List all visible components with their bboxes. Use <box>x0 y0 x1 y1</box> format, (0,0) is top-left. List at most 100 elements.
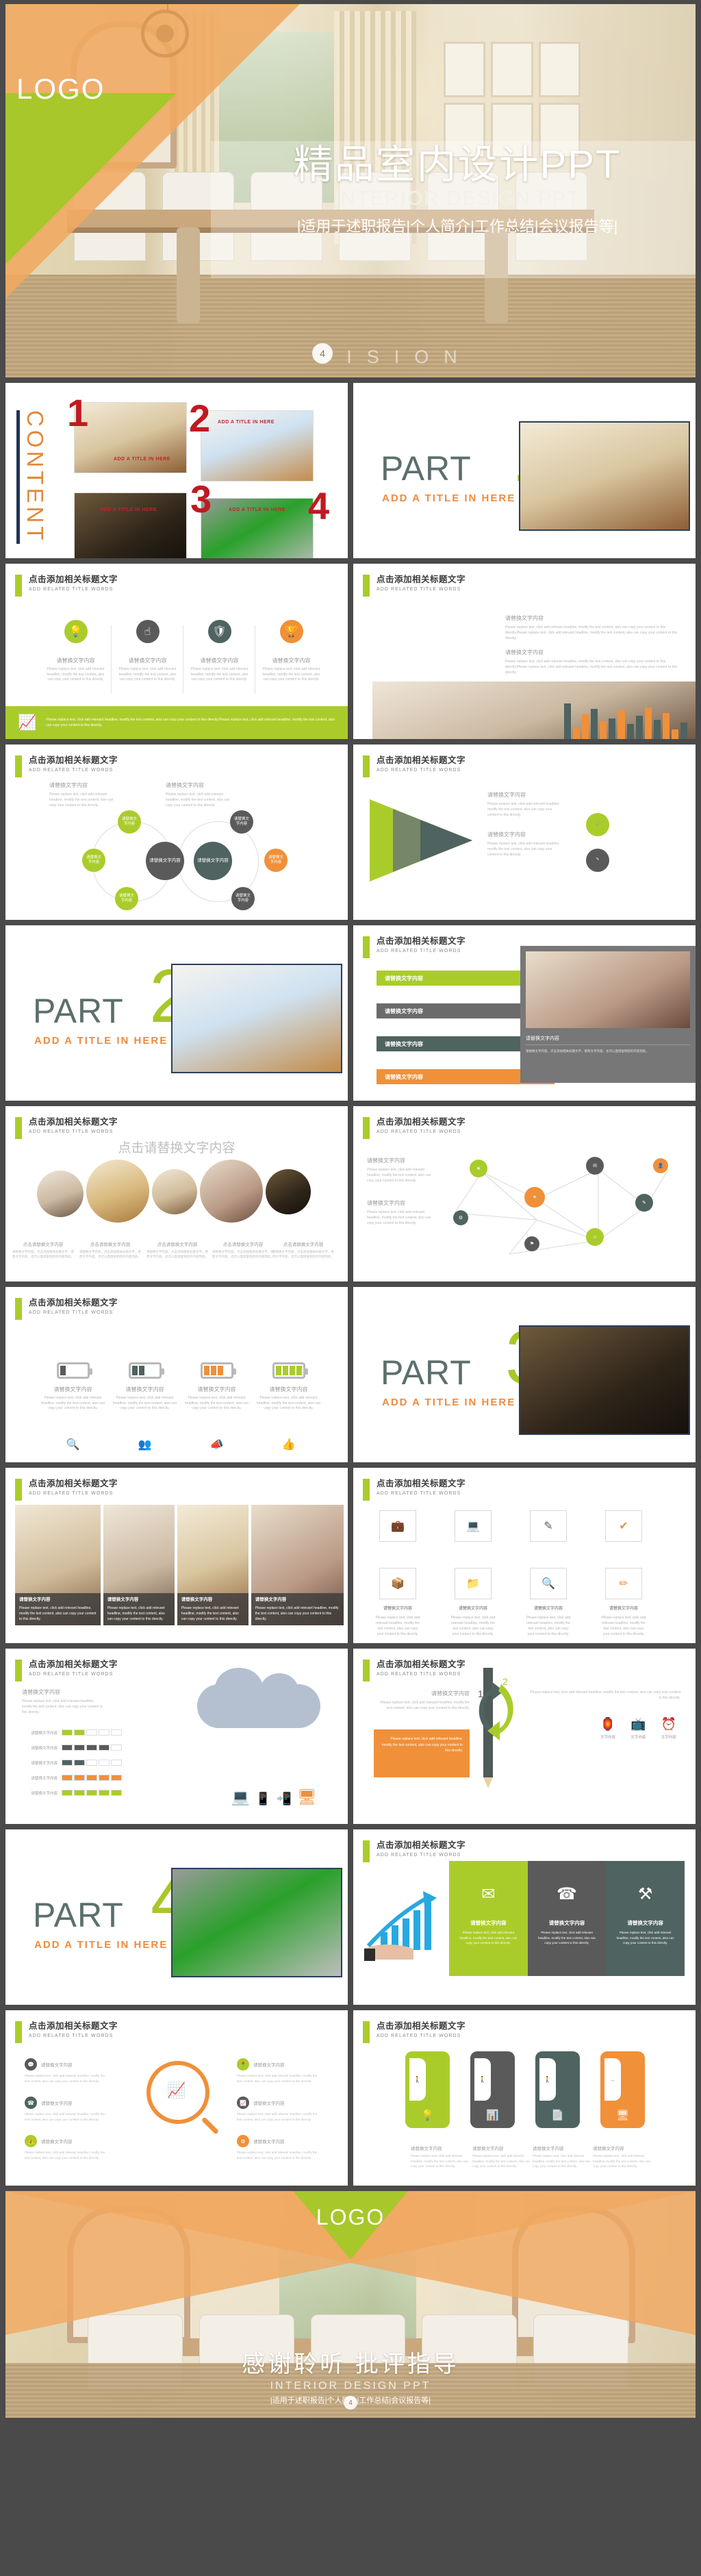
slide-funnel[interactable]: 点击添加相关标题文字 ADD RELATED TITLE WORDS 请替换文字… <box>353 745 696 920</box>
circle-photo[interactable] <box>152 1169 197 1214</box>
contact-card[interactable]: ☎ 请替换文字内容 Please replace text, click add… <box>527 1861 607 1976</box>
slide-two-paragraphs[interactable]: 点击添加相关标题文字 ADD RELATED TITLE WORDS 请替换文字… <box>353 564 696 739</box>
tv-icon-item[interactable]: 📺 文字内容 <box>630 1717 646 1740</box>
tag-shape[interactable]: 🚶 📄 <box>535 2051 580 2128</box>
slide-content[interactable]: CONTENT 1 2 3 4 ADD A TITLE IN HERE ADD … <box>5 383 348 558</box>
network-node[interactable]: ✎ <box>635 1194 653 1212</box>
process-square[interactable]: ✔ <box>605 1510 642 1542</box>
venn-node[interactable]: 请替换文字内容 <box>231 887 255 910</box>
item-body: Please replace text, click add relevant … <box>25 2074 105 2083</box>
network-node[interactable]: ☺ <box>586 1228 604 1246</box>
network-node[interactable]: ⚙ <box>453 1210 468 1225</box>
venn-node-center-left[interactable]: 请替换文字内容 <box>146 842 184 880</box>
battery-item[interactable]: 请替换文字内容 Please replace text, click add r… <box>37 1362 109 1412</box>
slide-venn-network[interactable]: 点击添加相关标题文字 ADD RELATED TITLE WORDS 请替换文字… <box>5 745 348 920</box>
part-2-photo[interactable] <box>171 964 342 1073</box>
process-square[interactable]: ✎ <box>530 1510 567 1542</box>
process-square[interactable]: 💻 <box>455 1510 492 1542</box>
icon-circle-item[interactable]: 🏆 请替换文字内容 Please replace text, click add… <box>255 620 327 683</box>
lightbulb-icon[interactable]: 💡 <box>64 620 88 643</box>
thumbs-up-icon[interactable]: 👍 <box>253 1438 324 1451</box>
circle-photo[interactable] <box>37 1171 84 1217</box>
process-square[interactable]: 📦 <box>379 1568 416 1599</box>
battery-item[interactable]: 请替换文字内容 Please replace text, click add r… <box>181 1362 253 1412</box>
battery-item[interactable]: 请替换文字内容 Please replace text, click add r… <box>253 1362 324 1412</box>
megaphone-icon[interactable]: 📣 <box>181 1438 253 1451</box>
slide-part-1[interactable]: PART ADD A TITLE IN HERE 1 <box>353 383 696 558</box>
slide-arrows[interactable]: 点击添加相关标题文字 ADD RELATED TITLE WORDS 请替换文字… <box>353 1649 696 1824</box>
trophy-icon[interactable]: 🏆 <box>279 620 303 643</box>
network-node[interactable]: 👤 <box>653 1158 668 1173</box>
icon-circle-item[interactable]: ☝ 请替换文字内容 Please replace text, click add… <box>112 620 183 694</box>
network-node[interactable]: ✉ <box>586 1157 604 1175</box>
contact-card[interactable]: ✉ 请替换文字内容 Please replace text, click add… <box>449 1861 528 1976</box>
magnifier-item[interactable]: 📈 请替换文字内容 Please replace text, click add … <box>237 2097 319 2122</box>
funnel-icon-badge[interactable]: 🛒 <box>586 813 609 836</box>
mosaic-cell[interactable]: 请替换文字内容 Please replace text, click add r… <box>103 1505 175 1625</box>
venn-node[interactable]: 请替换文字内容 <box>115 887 138 910</box>
slide-battery-levels[interactable]: 点击添加相关标题文字 ADD RELATED TITLE WORDS 请替换文字… <box>5 1287 348 1462</box>
network-node[interactable]: ★ <box>470 1160 487 1177</box>
slide-node-network[interactable]: 点击添加相关标题文字 ADD RELATED TITLE WORDS 请替换文字… <box>353 1106 696 1281</box>
slide-list-bars[interactable]: 点击添加相关标题文字 ADD RELATED TITLE WORDS 请替换文字… <box>353 925 696 1101</box>
magnifier-item[interactable]: 📍 请替换文字内容 Please replace text, click add … <box>237 2058 319 2084</box>
contact-card[interactable]: ⚒ 请替换文字内容 Please replace text, click add… <box>606 1861 685 1976</box>
mosaic-cell[interactable]: 请替换文字内容 Please replace text, click add r… <box>15 1505 101 1625</box>
slide-cover[interactable]: LOGO 精品室内设计PPT INTERIOR DESIGN PPT |适用于述… <box>5 4 696 377</box>
slide-tags[interactable]: 点击添加相关标题文字 ADD RELATED TITLE WORDS 🚶 💡 🚶… <box>353 2010 696 2186</box>
slide-final[interactable]: LOGO 感谢聆听 批评指导 INTERIOR DESIGN PPT |适用于述… <box>5 2191 696 2418</box>
slide-four-icons[interactable]: 点击添加相关标题文字 ADD RELATED TITLE WORDS 💡 请替换… <box>5 564 348 739</box>
tag-shape[interactable]: ↔ 🖥 <box>600 2051 645 2128</box>
people-icon[interactable]: 👥 <box>109 1438 181 1451</box>
slide-contact-cards[interactable]: 点击添加相关标题文字 ADD RELATED TITLE WORDS ✉ 请替换… <box>353 1829 696 2005</box>
part-1-photo[interactable] <box>519 421 690 531</box>
process-square[interactable]: 📁 <box>455 1568 492 1599</box>
shield-icon[interactable]: 🛡 <box>207 620 231 643</box>
alarm-clock-icon-item[interactable]: ⏰ 文字内容 <box>661 1717 676 1740</box>
tag-shape[interactable]: 🚶 📊 <box>470 2051 515 2128</box>
part-3-photo[interactable] <box>519 1325 690 1435</box>
icon-circle-item[interactable]: 💡 请替换文字内容 Please replace text, click add… <box>40 620 112 694</box>
slide-part-4[interactable]: PART ADD A TITLE IN HERE 4 <box>5 1829 348 2005</box>
search-icon[interactable]: 🔍 <box>37 1438 109 1451</box>
venn-node-center-right[interactable]: 请替换文字内容 <box>194 842 232 880</box>
magnifier-item[interactable]: ☎ 请替换文字内容 Please replace text, click add … <box>25 2097 107 2122</box>
content-label-1: ADD A TITLE IN HERE <box>114 457 170 462</box>
magnifier-item[interactable]: 💰 请替换文字内容 Please replace text, click add … <box>25 2135 107 2160</box>
circle-photo[interactable] <box>200 1160 263 1223</box>
magnifier-item[interactable]: 💬 请替换文字内容 Please replace text, click add … <box>25 2058 107 2084</box>
photo-panel[interactable]: 请替换文字内容 请替换文字内容，点击添加相关标题文字，修改文字内容，也可以直接复… <box>520 946 696 1083</box>
magnifier-item[interactable]: ⚙ 请替换文字内容 Please replace text, click add … <box>237 2135 319 2160</box>
slide-cloud[interactable]: 点击添加相关标题文字 ADD RELATED TITLE WORDS 请替换文字… <box>5 1649 348 1824</box>
mosaic-caption: 请替换文字内容 Please replace text, click add r… <box>15 1592 101 1625</box>
battery-item[interactable]: 请替换文字内容 Please replace text, click add r… <box>109 1362 181 1412</box>
slide-photo-mosaic[interactable]: 点击添加相关标题文字 ADD RELATED TITLE WORDS 请替换文字… <box>5 1468 348 1643</box>
process-square[interactable]: 🔍 <box>530 1568 567 1599</box>
process-square[interactable]: ✏ <box>605 1568 642 1599</box>
mosaic-cell[interactable]: 请替换文字内容 Please replace text, click add r… <box>177 1505 248 1625</box>
network-node[interactable]: ⚑ <box>524 1236 539 1251</box>
process-square[interactable]: 💼 <box>379 1510 416 1542</box>
icon-circle-item[interactable]: 🛡 请替换文字内容 Please replace text, click add… <box>183 620 255 694</box>
venn-node[interactable]: 请替换文字内容 <box>230 810 253 834</box>
slide-magnifier[interactable]: 点击添加相关标题文字 ADD RELATED TITLE WORDS 📈 💬 请替… <box>5 2010 348 2186</box>
circle-photo[interactable] <box>266 1169 311 1214</box>
slide-part-2[interactable]: PART ADD A TITLE IN HERE 2 <box>5 925 348 1101</box>
slide-square-process[interactable]: 点击添加相关标题文字 ADD RELATED TITLE WORDS 💼 💻 ✎… <box>353 1468 696 1643</box>
network-node[interactable]: ☀ <box>524 1187 545 1208</box>
content-photo-3[interactable] <box>74 492 187 558</box>
hand-click-icon[interactable]: ☝ <box>136 620 160 643</box>
slide-circle-photos[interactable]: 点击添加相关标题文字 ADD RELATED TITLE WORDS 点击请替换… <box>5 1106 348 1281</box>
venn-node[interactable]: 请替换文字内容 <box>82 849 105 872</box>
lantern-icon-item[interactable]: 🏮 文字内容 <box>600 1717 615 1740</box>
content-photo-1[interactable] <box>74 402 187 473</box>
funnel-icon-badge[interactable]: ✎ <box>586 849 609 872</box>
venn-node[interactable]: 请替换文字内容 <box>118 810 141 834</box>
mosaic-cell[interactable]: 请替换文字内容 Please replace text, click add r… <box>251 1505 344 1625</box>
circle-photo[interactable] <box>86 1160 149 1223</box>
part-4-photo[interactable] <box>171 1868 342 1977</box>
panel-photo[interactable] <box>526 951 690 1028</box>
tag-shape[interactable]: 🚶 💡 <box>405 2051 450 2128</box>
slide-part-3[interactable]: PART ADD A TITLE IN HERE 3 <box>353 1287 696 1462</box>
venn-node[interactable]: 请替换文字内容 <box>264 849 288 872</box>
